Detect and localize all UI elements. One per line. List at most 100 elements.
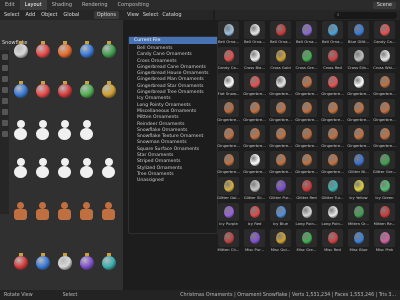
asset-search-input[interactable]: ⌕ [334, 11, 397, 19]
asset-tile[interactable]: Gingerbre... [346, 72, 371, 98]
viewport-menu-add[interactable]: Add [25, 12, 35, 18]
asset-menu-select[interactable]: Select [143, 12, 158, 18]
asset-tile[interactable]: Gingerbre... [294, 124, 319, 150]
scene-name[interactable]: Scene [372, 1, 396, 9]
cursor-tool-icon[interactable] [1, 65, 8, 71]
asset-tile[interactable]: Misc Blue [346, 228, 371, 254]
asset-tile[interactable]: Glitter Pur... [268, 176, 293, 202]
asset-tile[interactable]: Gingerbre... [346, 98, 371, 124]
asset-tile[interactable]: Misc Pur... [242, 228, 267, 254]
viewport-menu-object[interactable]: Object [41, 12, 57, 18]
workspace-tab-1[interactable]: Layout [19, 0, 47, 10]
scene-selector[interactable]: Scene [372, 1, 400, 9]
asset-tile[interactable]: Glitter Bl... [346, 150, 371, 176]
transform-tool-icon[interactable] [1, 109, 8, 115]
asset-tile[interactable]: Blue Glitt... [346, 20, 371, 46]
asset-tile[interactable]: Gingerbre... [320, 72, 345, 98]
asset-tile[interactable]: Glitter Gol... [216, 176, 241, 202]
asset-tile[interactable]: Gingerbre... [320, 150, 345, 176]
asset-tile[interactable]: Gingerbre... [216, 150, 241, 176]
asset-browser-header: ⌕ [215, 10, 400, 20]
asset-tile[interactable]: Bell Orna... [294, 20, 319, 46]
asset-tile[interactable]: Glitter Tur... [320, 176, 345, 202]
asset-tile[interactable]: Bell Orna... [320, 20, 345, 46]
annotate-tool-icon[interactable] [1, 120, 8, 126]
asset-tile[interactable]: Gingerbre... [294, 72, 319, 98]
workspace-tab-0[interactable]: Edit [0, 0, 20, 10]
asset-tile[interactable]: Bell Orna... [242, 20, 267, 46]
workspace-tab-2[interactable]: Shading [47, 0, 77, 10]
move-tool-icon[interactable] [1, 76, 8, 82]
asset-tile[interactable]: Icy Red [242, 202, 267, 228]
viewport-ornament [80, 158, 93, 178]
asset-tile[interactable]: Gingerbre... [294, 98, 319, 124]
asset-menu-catalog[interactable]: Catalog [162, 12, 181, 18]
asset-tile[interactable]: Cross Red [320, 46, 345, 72]
asset-tile[interactable]: Glitter Gre... [372, 150, 397, 176]
asset-tile[interactable]: Glitter Red [294, 176, 319, 202]
catalog-item[interactable]: Gingerbread Man Ornaments [129, 77, 217, 83]
3d-viewport[interactable]: Snowflake [0, 20, 123, 290]
measure-tool-icon[interactable] [1, 131, 8, 137]
viewport-options-button[interactable]: Options [93, 11, 119, 19]
asset-tile[interactable]: Icy Green [372, 176, 397, 202]
asset-tile[interactable]: Misc Pink [372, 228, 397, 254]
asset-tile[interactable]: Glitter Sil... [242, 176, 267, 202]
asset-tile[interactable]: Misc Red [320, 228, 345, 254]
asset-tile[interactable]: Cross Bla... [242, 46, 267, 72]
asset-tile[interactable]: Gingerbre... [268, 72, 293, 98]
catalog-item[interactable]: Unassigned [129, 178, 217, 184]
asset-tile[interactable]: Gingerbre... [242, 150, 267, 176]
asset-tile[interactable]: Gingerbre... [372, 98, 397, 124]
asset-tile[interactable]: Cross Whi... [372, 46, 397, 72]
asset-tile[interactable]: Gingerbre... [242, 124, 267, 150]
viewport-transform-orientation[interactable]: Global [63, 12, 79, 18]
asset-tile[interactable]: Misc Gre... [294, 228, 319, 254]
asset-tile[interactable]: Gingerbre... [372, 72, 397, 98]
asset-tile[interactable]: Gingerbre... [268, 98, 293, 124]
select-tool-icon[interactable] [1, 54, 8, 60]
asset-tile[interactable]: Mitten Gr... [346, 202, 371, 228]
asset-tile[interactable]: Icy Yellow [346, 176, 371, 202]
scale-tool-icon[interactable] [1, 98, 8, 104]
asset-tile[interactable]: Bell Orna... [268, 20, 293, 46]
asset-thumbnail [348, 125, 369, 143]
workspace-tab-4[interactable]: Compositing [113, 0, 154, 10]
asset-tile[interactable]: Long Poin... [320, 202, 345, 228]
asset-menu-view[interactable]: View [127, 12, 139, 18]
asset-label: Bell Orna... [321, 39, 344, 44]
asset-tile[interactable]: Mitten Re... [372, 202, 397, 228]
asset-tile[interactable]: Cross Gold [268, 46, 293, 72]
asset-tile[interactable]: Long Poin... [294, 202, 319, 228]
ornament-preview-icon [302, 154, 312, 166]
catalog-current-file[interactable]: Current File [129, 37, 217, 44]
asset-tile[interactable]: Gingerbre... [242, 72, 267, 98]
viewport-menu-select[interactable]: Select [4, 12, 19, 18]
asset-tile[interactable]: Mitten Ch... [216, 228, 241, 254]
asset-tile[interactable]: Gingerbre... [268, 150, 293, 176]
asset-tile[interactable]: Gingerbre... [216, 124, 241, 150]
workspace-tab-3[interactable]: Rendering [77, 0, 113, 10]
asset-tile[interactable]: Gingerbre... [216, 98, 241, 124]
asset-tile[interactable]: Gingerbre... [294, 150, 319, 176]
rotate-tool-icon[interactable] [1, 87, 8, 93]
ornament-preview-icon [250, 76, 260, 88]
asset-tile[interactable]: Icy Blue [268, 202, 293, 228]
asset-tile[interactable]: Gingerbre... [242, 98, 267, 124]
asset-tile[interactable]: Cross Silv... [346, 46, 371, 72]
asset-tile[interactable]: Gingerbre... [320, 124, 345, 150]
asset-tile[interactable]: Gingerbre... [320, 98, 345, 124]
asset-thumbnail [244, 203, 265, 221]
asset-tile[interactable]: Gingerbre... [346, 124, 371, 150]
asset-tile[interactable]: Icy Purple [216, 202, 241, 228]
asset-tile[interactable]: Gingerbre... [268, 124, 293, 150]
asset-tile[interactable]: Misc Gol... [268, 228, 293, 254]
asset-tile[interactable]: Candy Ca... [372, 20, 397, 46]
ornament-preview-icon [354, 102, 364, 114]
asset-thumbnail [270, 177, 291, 195]
asset-tile[interactable]: Flat Snow... [216, 72, 241, 98]
asset-tile[interactable]: Bell Orna... [216, 20, 241, 46]
asset-tile[interactable]: Cross Gre... [294, 46, 319, 72]
asset-tile[interactable]: Candy Ca... [216, 46, 241, 72]
asset-tile[interactable]: Gingerbre... [372, 124, 397, 150]
